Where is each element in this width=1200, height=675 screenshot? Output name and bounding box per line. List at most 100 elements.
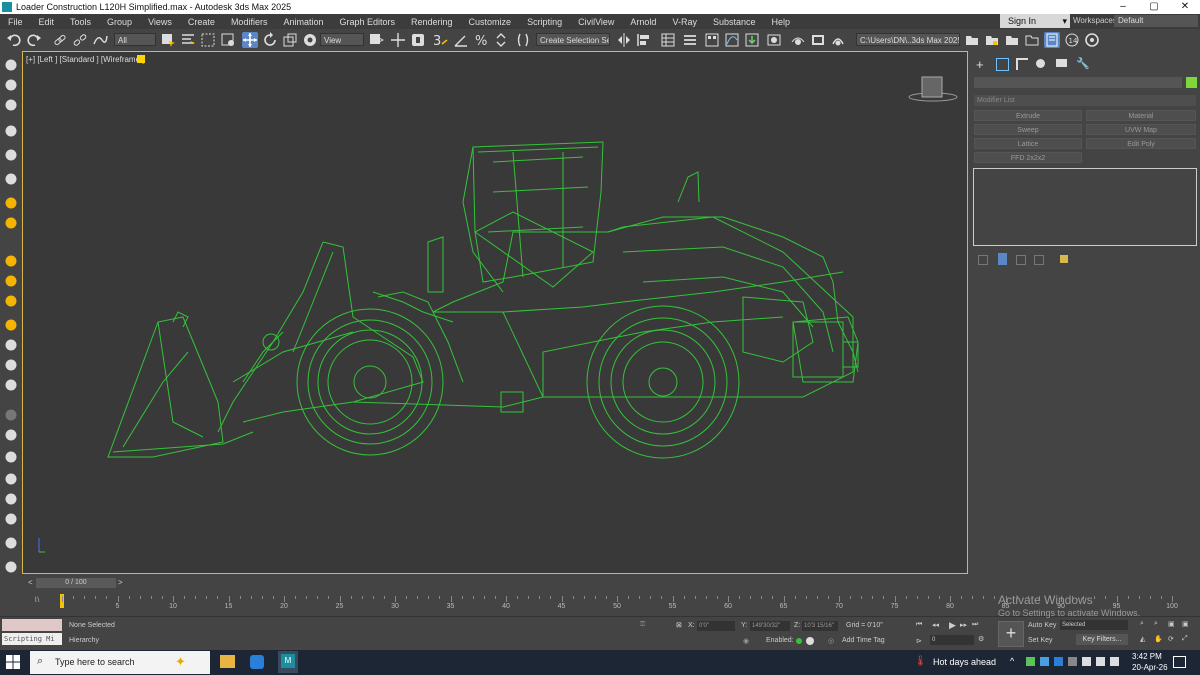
tool-icon-17[interactable] xyxy=(3,427,19,443)
minimize-button[interactable]: – xyxy=(1108,0,1138,14)
globe-tool-icon[interactable] xyxy=(3,357,19,373)
modifier-button-ffd-2x2x2[interactable]: FFD 2x2x2 xyxy=(974,152,1082,163)
project-folder-icon[interactable] xyxy=(984,32,1000,48)
zoom-extents-icon[interactable]: ▣ xyxy=(1168,620,1175,628)
pan-view-icon[interactable]: ✋ xyxy=(1154,635,1163,643)
go-to-end-icon[interactable]: ⏭ xyxy=(972,621,978,629)
blend-tool-icon[interactable] xyxy=(3,471,19,487)
video-tool-icon[interactable] xyxy=(3,171,19,187)
sphere-tool-icon[interactable] xyxy=(3,253,19,269)
viewport-left[interactable]: [+] [Left ] [Standard ] [Wireframe ] xyxy=(22,51,968,574)
snaps-toggle-icon[interactable]: 3 xyxy=(432,32,448,49)
windows-start-icon[interactable] xyxy=(5,654,21,670)
select-manipulate-icon[interactable] xyxy=(390,32,406,48)
weather-text[interactable]: Hot days ahead xyxy=(933,657,996,667)
select-object-icon[interactable] xyxy=(160,32,176,48)
region-select-icon[interactable] xyxy=(200,32,216,48)
undo-icon[interactable] xyxy=(6,32,22,48)
orbit-icon[interactable]: ⟳ xyxy=(1168,635,1174,643)
rendered-frame-window-icon[interactable] xyxy=(810,32,826,48)
set-key-mode-button[interactable]: Set Key xyxy=(1028,637,1053,644)
lock-selection-icon[interactable]: ⚿ xyxy=(640,621,645,629)
unlink-icon[interactable] xyxy=(72,32,88,48)
pin-stack-icon[interactable] xyxy=(978,255,988,265)
wifi-icon[interactable] xyxy=(1096,657,1105,666)
bowl-tool-icon[interactable] xyxy=(3,215,19,231)
asset-browser-icon[interactable] xyxy=(1024,32,1040,48)
arnold-icon[interactable] xyxy=(1084,32,1100,48)
time-slider-next-button[interactable]: > xyxy=(118,578,123,587)
edit-named-selection-icon[interactable] xyxy=(515,32,531,48)
autodesk-app-store-icon[interactable]: 14 xyxy=(1064,32,1080,48)
add-time-tag-icon[interactable]: ◎ xyxy=(828,637,834,645)
named-selection-dropdown[interactable]: Create Selection Se xyxy=(536,33,610,46)
menu-tools[interactable]: Tools xyxy=(62,17,99,27)
menu-civilview[interactable]: CivilView xyxy=(570,17,622,27)
pivot-center-icon[interactable] xyxy=(368,32,385,48)
current-frame-field[interactable]: 0 xyxy=(930,635,974,645)
move-icon[interactable] xyxy=(242,32,258,48)
save-icon[interactable] xyxy=(1004,32,1020,48)
edge-browser-icon[interactable] xyxy=(250,655,264,669)
configure-modifier-sets-icon[interactable] xyxy=(1060,255,1068,263)
previous-frame-icon[interactable]: ◂◂ xyxy=(932,621,939,629)
time-slider-prev-button[interactable]: < xyxy=(28,578,33,587)
rotate-icon[interactable] xyxy=(262,32,278,48)
camera-tool-icon[interactable] xyxy=(3,97,19,113)
menu-create[interactable]: Create xyxy=(180,17,223,27)
time-config-icon[interactable]: ⚙ xyxy=(978,635,984,643)
modifier-list-dropdown[interactable]: Modifier List xyxy=(974,95,1196,106)
volume-icon[interactable] xyxy=(1110,657,1119,666)
spinner-snap-icon[interactable] xyxy=(493,32,509,48)
tool-icon-16[interactable] xyxy=(3,407,19,423)
window-crossing-icon[interactable] xyxy=(220,32,236,48)
select-by-name-icon[interactable] xyxy=(180,32,196,48)
modify-tab-icon[interactable] xyxy=(996,58,1009,71)
layer-explorer-icon[interactable] xyxy=(682,32,698,48)
layers-tool-icon[interactable] xyxy=(3,123,19,139)
maximize-button[interactable]: ▢ xyxy=(1139,0,1169,14)
make-unique-icon[interactable] xyxy=(1016,255,1026,265)
display-tab-icon[interactable] xyxy=(1056,59,1067,67)
key-mode-icon[interactable]: ⊳ xyxy=(916,637,922,645)
display-tool-icon[interactable] xyxy=(3,147,19,163)
menu-rendering[interactable]: Rendering xyxy=(403,17,461,27)
menu-animation[interactable]: Animation xyxy=(275,17,331,27)
sun-tool-icon[interactable] xyxy=(3,317,19,333)
time-slider[interactable]: 0 / 100 xyxy=(36,578,116,588)
x-coordinate[interactable]: 0'0" xyxy=(697,621,735,631)
material-editor-icon[interactable] xyxy=(766,32,782,48)
render-production-icon[interactable] xyxy=(830,32,846,48)
key-selection-dropdown[interactable]: Selected xyxy=(1060,620,1128,630)
absolute-mode-icon[interactable]: ⊠ xyxy=(676,621,682,629)
3ds-max-taskbar-button[interactable]: M xyxy=(278,651,298,673)
zoom-all-icon[interactable]: ⌕ xyxy=(1154,620,1158,628)
menu-modifiers[interactable]: Modifiers xyxy=(223,17,276,27)
z-coordinate[interactable]: 10'3 15/16" xyxy=(802,621,838,631)
menu-customize[interactable]: Customize xyxy=(461,17,520,27)
lamp-tool-icon[interactable] xyxy=(3,195,19,211)
tray-bluetooth-icon[interactable] xyxy=(1054,657,1063,666)
select-tool-icon[interactable] xyxy=(3,57,19,73)
modifier-button-material[interactable]: Material xyxy=(1086,110,1196,121)
zoom-extents-all-icon[interactable]: ▣ xyxy=(1182,620,1189,628)
tripod-tool-icon[interactable] xyxy=(3,377,19,393)
redo-icon[interactable] xyxy=(26,32,42,48)
render-setup-icon[interactable] xyxy=(790,32,806,48)
bind-spacewarp-icon[interactable] xyxy=(92,32,108,48)
menu-group[interactable]: Group xyxy=(99,17,140,27)
y-coordinate[interactable]: 149'30/32" xyxy=(750,621,790,631)
menu-substance[interactable]: Substance xyxy=(705,17,764,27)
utilities-tab-icon[interactable]: 🔧 xyxy=(1076,57,1090,70)
render-tool-icon[interactable] xyxy=(3,511,19,527)
field-of-view-icon[interactable]: ◭ xyxy=(1140,635,1145,643)
menu-v-ray[interactable]: V-Ray xyxy=(664,17,705,27)
battery-icon[interactable] xyxy=(1082,657,1091,666)
maxscript-listener-pink[interactable] xyxy=(2,619,62,631)
close-button[interactable]: ✕ xyxy=(1170,0,1200,14)
menu-edit[interactable]: Edit xyxy=(31,17,63,27)
keyboard-shortcut-icon[interactable] xyxy=(410,32,426,48)
menu-graph-editors[interactable]: Graph Editors xyxy=(331,17,403,27)
info-icon[interactable] xyxy=(806,637,814,645)
hierarchy-tab-icon[interactable] xyxy=(1016,58,1028,70)
